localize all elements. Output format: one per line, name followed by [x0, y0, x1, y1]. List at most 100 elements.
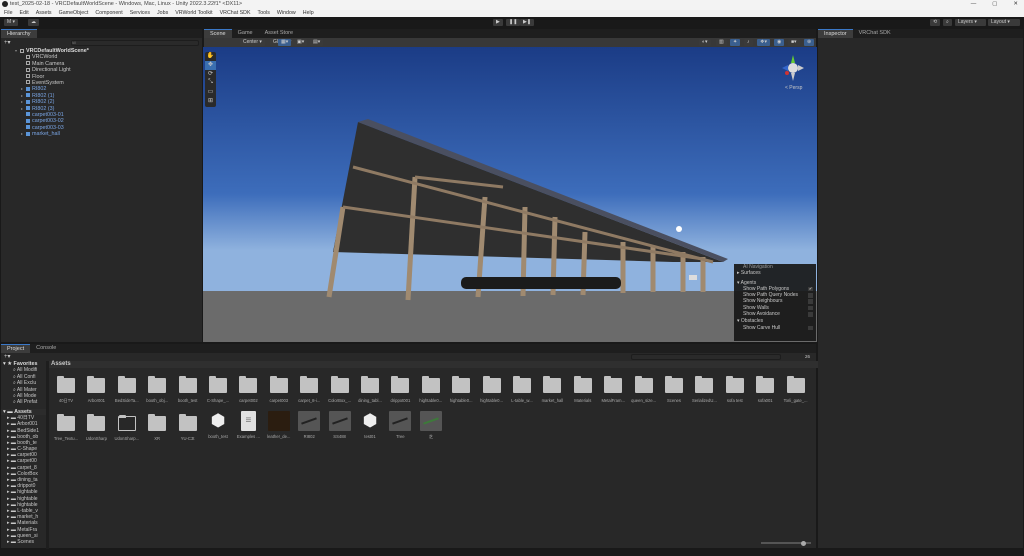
icon-size-slider[interactable]: [761, 540, 811, 546]
step-button[interactable]: ▶❚: [520, 19, 535, 26]
asset-folder[interactable]: Scenes: [659, 376, 689, 403]
cloud-button[interactable]: ☁: [28, 19, 39, 26]
asset-folder[interactable]: hightable0...: [477, 376, 507, 403]
scene-viewport[interactable]: ✋ ✥ ⟳ ⤡ ▭ ⊞ < Persp: [203, 47, 817, 342]
maximize-button[interactable]: ▢: [992, 0, 997, 9]
effects-icon[interactable]: ❖▾: [757, 39, 770, 46]
asset-folder-empty[interactable]: UdonSharp...: [112, 411, 142, 441]
asset-folder[interactable]: MetalFram...: [598, 376, 628, 403]
surfaces-section[interactable]: ▸ Surfaces: [734, 270, 816, 276]
asset-folder[interactable]: sofa001: [750, 376, 780, 403]
lighting-toggle-icon[interactable]: ✦: [730, 39, 741, 46]
nav-option[interactable]: Show Avoidance: [734, 311, 816, 317]
projection-label[interactable]: < Persp: [785, 85, 802, 91]
create-button[interactable]: +▾: [4, 39, 11, 46]
asset-folder[interactable]: queen_size...: [629, 376, 659, 403]
asset-grass[interactable]: 芝: [416, 411, 446, 440]
asset-folder[interactable]: BedSideTa...: [112, 376, 142, 403]
tab-inspector[interactable]: Inspector: [818, 29, 853, 38]
folder-tree-item[interactable]: ▸ ▬ Scenes: [1, 539, 46, 545]
asset-folder[interactable]: UdonSharp: [81, 411, 111, 441]
orientation-gizmo[interactable]: [778, 53, 808, 83]
pivot-dropdown[interactable]: Center ▾: [240, 39, 265, 46]
asset-folder[interactable]: XR: [142, 411, 172, 441]
2d-toggle-icon[interactable]: ▥: [716, 39, 727, 46]
search-icon[interactable]: ⌕: [943, 19, 952, 26]
menu-tools[interactable]: Tools: [258, 9, 270, 17]
tab-console[interactable]: Console: [30, 344, 62, 353]
scale-tool-icon[interactable]: ⤡: [205, 79, 216, 88]
asset-folder[interactable]: 40日TV: [51, 376, 81, 404]
asset-folder[interactable]: L-table_w...: [507, 376, 537, 403]
nav-option-checkbox[interactable]: [808, 299, 813, 304]
asset-prefab[interactable]: Tree: [385, 411, 415, 439]
asset-unity[interactable]: ⬢ test01: [355, 411, 385, 439]
menu-gameobject[interactable]: GameObject: [59, 9, 89, 17]
hand-tool-icon[interactable]: ✋: [205, 52, 216, 61]
tab-game[interactable]: Game: [232, 29, 259, 38]
pause-button[interactable]: ❚❚: [506, 19, 521, 26]
tab-vrchat-sdk[interactable]: VRChat SDK: [853, 29, 897, 38]
menu-jobs[interactable]: Jobs: [157, 9, 168, 17]
menu-assets[interactable]: Assets: [36, 9, 52, 17]
nav-option-checkbox[interactable]: [808, 312, 813, 317]
menu-vrchat-sdk[interactable]: VRChat SDK: [220, 9, 251, 17]
asset-prefab[interactable]: RI802: [294, 411, 324, 439]
increment-snap-icon[interactable]: ▣▾: [294, 39, 308, 46]
asset-folder[interactable]: market_hall: [537, 376, 567, 403]
asset-folder[interactable]: ColorBox_...: [325, 376, 355, 403]
breadcrumb[interactable]: Assets: [49, 361, 818, 368]
nav-option-checkbox[interactable]: ✔: [808, 286, 813, 292]
asset-folder[interactable]: carpet003: [264, 376, 294, 403]
asset-folder[interactable]: Arbor001: [81, 376, 111, 403]
asset-folder[interactable]: sofa test: [720, 376, 750, 403]
transform-tool-icon[interactable]: ⊞: [205, 97, 216, 106]
asset-unity[interactable]: ⬢ booth_test: [203, 411, 233, 439]
menu-services[interactable]: Services: [130, 9, 150, 17]
asset-doc[interactable]: ≡ Examples ...: [233, 411, 263, 439]
grid-snap-icon[interactable]: ▦▾: [278, 39, 292, 46]
nav-option[interactable]: Show Carve Hull: [734, 325, 816, 331]
asset-folder[interactable]: Materials: [568, 376, 598, 403]
project-search-input[interactable]: [631, 354, 781, 360]
favorite-item[interactable]: ⌕ All Prefat: [1, 399, 46, 405]
gizmos-icon[interactable]: ⊕: [804, 39, 815, 46]
tab-hierarchy[interactable]: Hierarchy: [1, 29, 37, 38]
hierarchy-item[interactable]: ▸ market_hall: [15, 131, 202, 137]
asset-folder[interactable]: hightable0...: [416, 376, 446, 403]
grid-visibility-icon[interactable]: ▤▾: [310, 39, 324, 46]
draw-mode-icon[interactable]: ◐▾: [699, 39, 711, 46]
menu-file[interactable]: File: [4, 9, 13, 17]
asset-folder[interactable]: C-Shape_...: [203, 376, 233, 403]
asset-folder[interactable]: carpet002: [233, 376, 263, 403]
rect-tool-icon[interactable]: ▭: [205, 88, 216, 97]
menu-window[interactable]: Window: [277, 9, 296, 17]
asset-folder[interactable]: booth_test: [173, 376, 203, 403]
camera-icon[interactable]: ■▾: [788, 39, 800, 46]
audio-toggle-icon[interactable]: ♪: [744, 39, 753, 46]
move-tool-icon[interactable]: ✥: [205, 61, 216, 70]
layout-dropdown[interactable]: Layout ▾: [988, 19, 1020, 26]
nav-option-checkbox[interactable]: [808, 293, 813, 298]
tab-asset-store[interactable]: Asset Store: [259, 29, 299, 38]
asset-texture[interactable]: leather_de...: [264, 411, 294, 439]
project-create-button[interactable]: +▾: [4, 354, 11, 360]
account-button[interactable]: M ▾: [4, 19, 19, 26]
menu-vrworld-toolkit[interactable]: VRWorld Toolkit: [175, 9, 212, 17]
asset-folder[interactable]: SerializedU...: [689, 376, 719, 403]
menu-help[interactable]: Help: [303, 9, 314, 17]
asset-folder[interactable]: hightable0...: [446, 376, 476, 403]
tab-project[interactable]: Project: [1, 344, 31, 353]
layers-dropdown[interactable]: Layers ▾: [955, 19, 986, 26]
nav-option-checkbox[interactable]: [808, 305, 813, 311]
asset-folder[interactable]: Torii_gate_...: [781, 376, 811, 403]
asset-folder[interactable]: booth_obj...: [142, 376, 172, 403]
asset-folder[interactable]: carpet_8-i...: [294, 376, 324, 403]
asset-folder[interactable]: Tree_Textu...: [51, 411, 81, 441]
asset-prefab[interactable]: SS488: [325, 411, 355, 439]
asset-folder[interactable]: drippot001: [385, 376, 415, 403]
close-button[interactable]: ✕: [1013, 0, 1018, 9]
asset-folder[interactable]: YU-C3t: [173, 411, 203, 441]
rotate-tool-icon[interactable]: ⟳: [205, 70, 216, 79]
minimize-button[interactable]: —: [971, 0, 977, 9]
